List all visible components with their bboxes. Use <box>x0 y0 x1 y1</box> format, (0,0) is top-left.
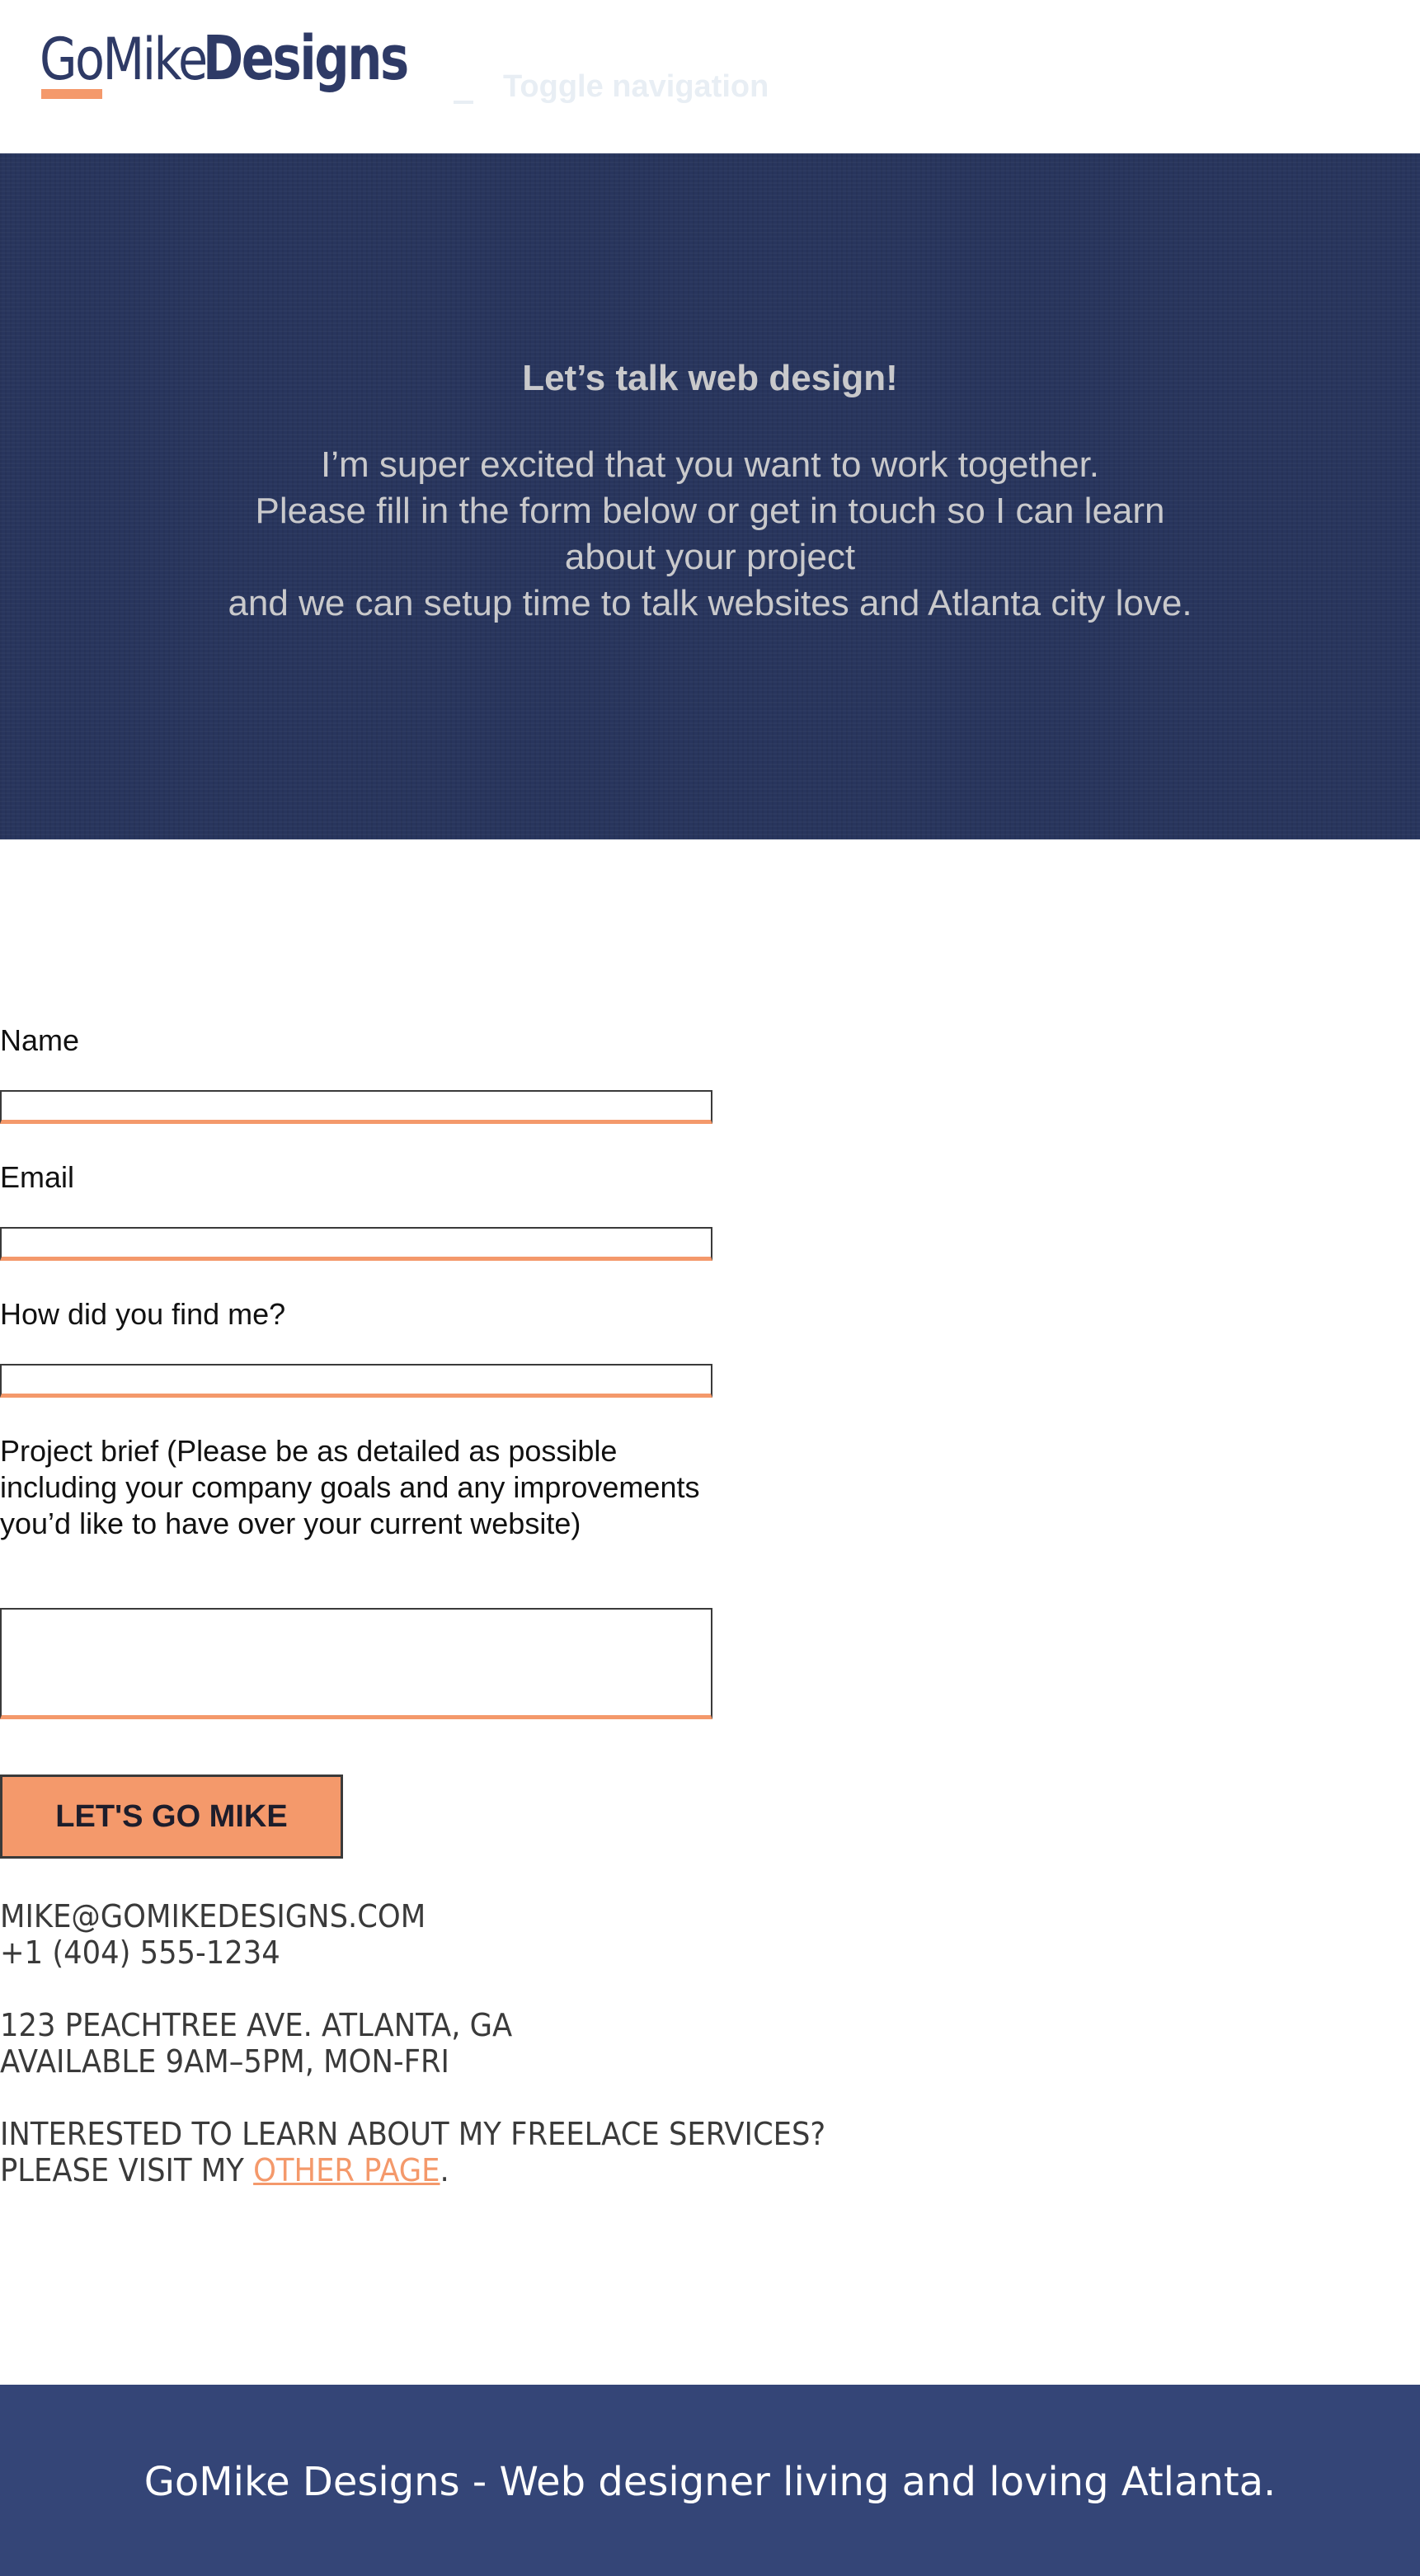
visit-suffix: . <box>440 2152 449 2188</box>
hero-line-2: Please fill in the form below or get in … <box>255 491 1165 577</box>
hero-banner: Let’s talk web design! I’m super excited… <box>0 153 1420 839</box>
hero-title: Let’s talk web design! <box>522 358 898 398</box>
visit-prefix: PLEASE VISIT MY <box>0 2152 254 2188</box>
hero-line-1: I’m super excited that you want to work … <box>320 444 1100 485</box>
nav-toggle-button[interactable]: Toggle navigation <box>454 69 769 105</box>
email-label: Email <box>0 1160 75 1194</box>
email-field[interactable] <box>0 1227 712 1261</box>
logo-underline <box>41 89 102 99</box>
site-header: GoMike Designs Toggle navigation <box>0 0 1420 153</box>
contact-hours: AVAILABLE 9AM–5PM, MON-FRI <box>0 2043 449 2080</box>
other-page-link[interactable]: OTHER PAGE <box>253 2152 440 2188</box>
visit-line: PLEASE VISIT MY OTHER PAGE. <box>0 2152 449 2188</box>
logo-wordmark-bold: Designs <box>203 23 409 94</box>
hero-line-3: and we can setup time to talk websites a… <box>228 583 1192 623</box>
source-label: How did you find me? <box>0 1297 286 1331</box>
services-question: INTERESTED TO LEARN ABOUT MY FREELACE SE… <box>0 2116 826 2152</box>
submit-button[interactable]: LET'S GO MIKE <box>0 1775 343 1859</box>
name-label: Name <box>0 1023 80 1057</box>
logo-wordmark-light: GoMike <box>40 26 208 93</box>
hamburger-icon <box>454 100 473 104</box>
nav-toggle-label: Toggle navigation <box>503 69 769 104</box>
contact-address: 123 PEACHTREE AVE. ATLANTA, GA <box>0 2007 513 2043</box>
site-logo[interactable]: GoMike Designs <box>40 23 458 102</box>
footer-tagline: GoMike Designs - Web designer living and… <box>143 2459 1277 2505</box>
site-footer: GoMike Designs - Web designer living and… <box>0 2385 1420 2576</box>
contact-email[interactable]: MIKE@GOMIKEDESIGNS.COM <box>0 1898 426 1934</box>
hero-intro: I’m super excited that you want to work … <box>214 442 1206 627</box>
contact-phone[interactable]: +1 (404) 555-1234 <box>0 1934 280 1971</box>
project-brief-field[interactable] <box>0 1608 712 1719</box>
project-brief-label: Project brief (Please be as detailed as … <box>0 1434 700 1540</box>
name-field[interactable] <box>0 1090 712 1124</box>
source-field[interactable] <box>0 1364 712 1398</box>
